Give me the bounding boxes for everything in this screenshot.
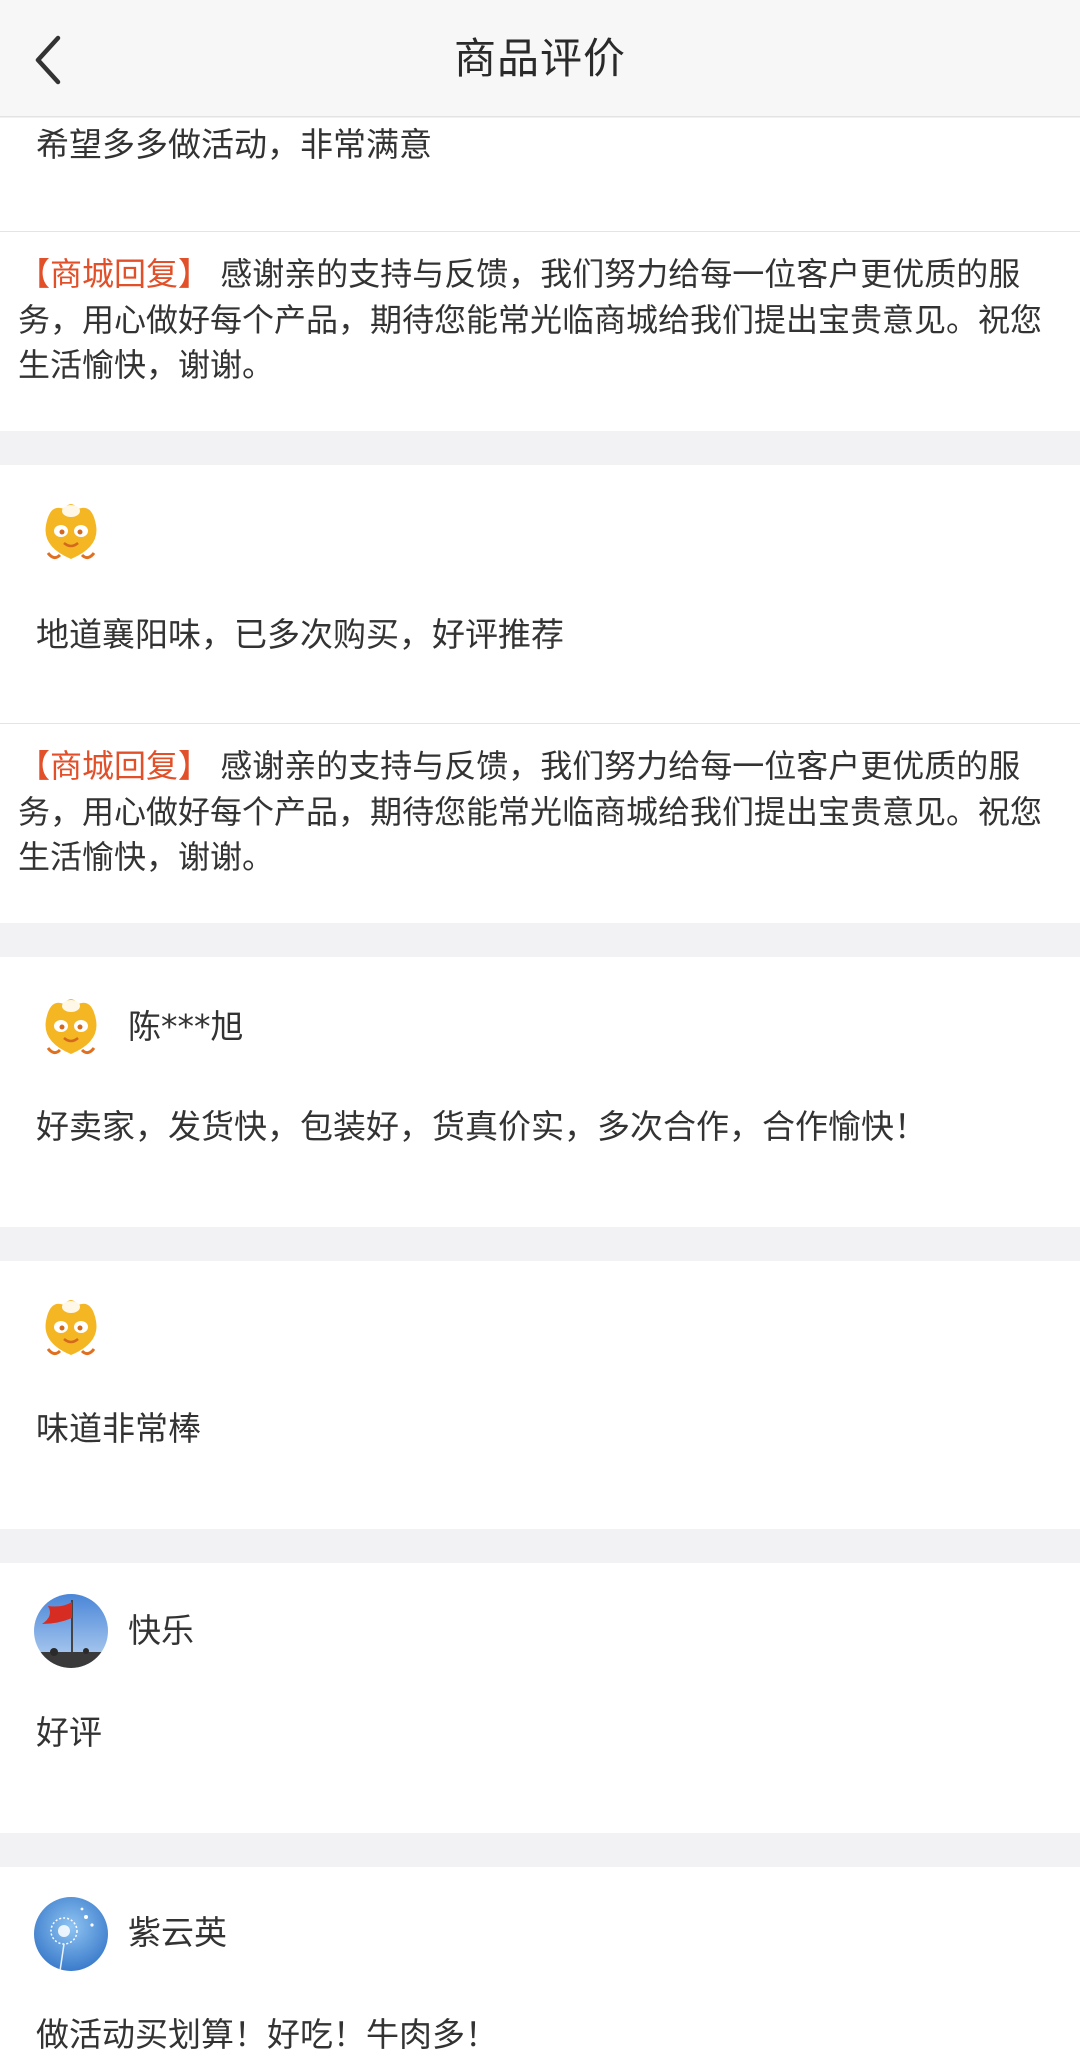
avatar — [34, 1291, 108, 1365]
top-nav-bar: 商品评价 — [0, 0, 1080, 117]
reply-prefix: 【商城回复】 — [18, 255, 211, 293]
review-card: 希望多多做活动，非常满意 — [0, 118, 1080, 231]
back-button[interactable] — [28, 30, 78, 90]
mascot-avatar-icon — [34, 990, 108, 1064]
review-text: 好卖家，发货快，包装好，货真价实，多次合作，合作愉快！ — [36, 1107, 927, 1146]
review-text: 希望多多做活动，非常满意 — [36, 125, 432, 164]
review-card: 快乐 好评 — [0, 1563, 1080, 1833]
merchant-reply: 【商城回复】 感谢亲的支持与反馈，我们努力给每一位客户更优质的服务，用心做好每个… — [0, 231, 1080, 431]
review-card: 陈***旭 好卖家，发货快，包装好，货真价实，多次合作，合作愉快！ — [0, 957, 1080, 1227]
username: 紫云英 — [128, 1913, 227, 1952]
mascot-avatar-icon — [34, 1291, 108, 1365]
chevron-left-icon — [35, 35, 61, 85]
reply-prefix: 【商城回复】 — [18, 747, 211, 785]
dandelion-photo-avatar — [34, 1897, 108, 1971]
username: 陈***旭 — [128, 1007, 244, 1046]
reply-text: 【商城回复】 感谢亲的支持与反馈，我们努力给每一位客户更优质的服务，用心做好每个… — [18, 252, 1064, 389]
username: 快乐 — [128, 1611, 194, 1650]
avatar — [34, 1897, 108, 1971]
review-card: 味道非常棒 — [0, 1261, 1080, 1529]
avatar — [34, 990, 108, 1064]
review-text: 味道非常棒 — [36, 1409, 201, 1448]
flag-photo-avatar — [34, 1594, 108, 1668]
avatar — [34, 495, 108, 569]
review-card: 地道襄阳味，已多次购买，好评推荐 — [0, 465, 1080, 723]
page-title: 商品评价 — [453, 34, 626, 83]
merchant-reply: 【商城回复】 感谢亲的支持与反馈，我们努力给每一位客户更优质的服务，用心做好每个… — [0, 723, 1080, 923]
review-text: 做活动买划算！好吃！牛肉多！ — [36, 2015, 498, 2054]
review-card: 紫云英 做活动买划算！好吃！牛肉多！ — [0, 1867, 1080, 2062]
avatar — [34, 1594, 108, 1668]
reply-text: 【商城回复】 感谢亲的支持与反馈，我们努力给每一位客户更优质的服务，用心做好每个… — [18, 744, 1064, 881]
mascot-avatar-icon — [34, 495, 108, 569]
review-text: 地道襄阳味，已多次购买，好评推荐 — [36, 615, 564, 654]
review-text: 好评 — [36, 1713, 102, 1752]
